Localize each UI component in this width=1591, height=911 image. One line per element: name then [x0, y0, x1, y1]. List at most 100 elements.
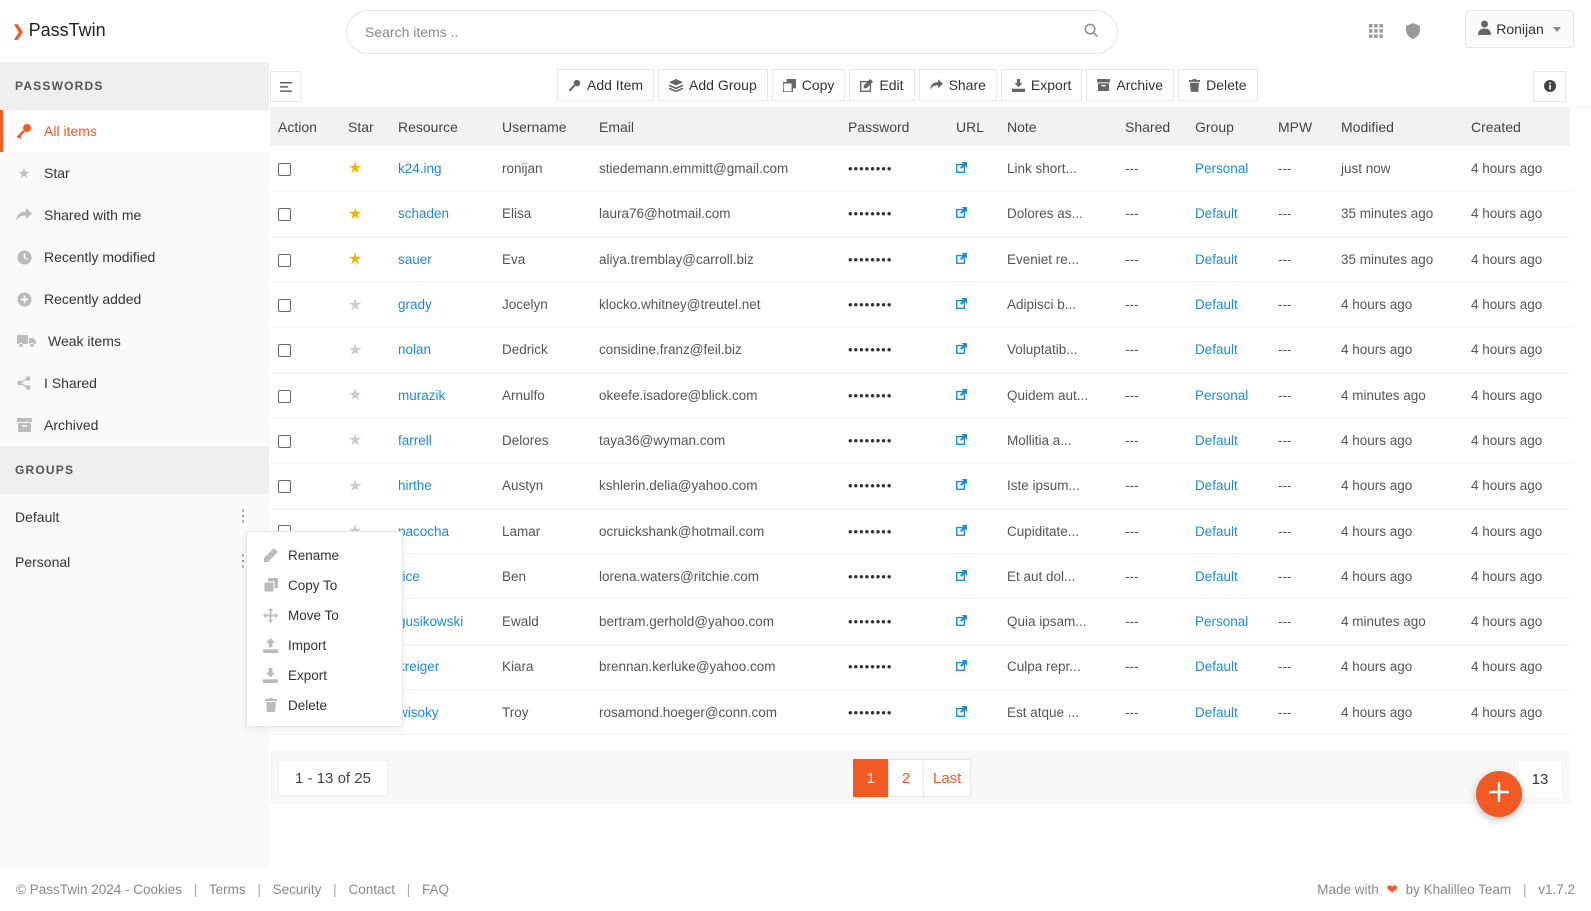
password-mask[interactable]: •••••••• — [848, 569, 892, 584]
star-icon[interactable]: ★ — [348, 251, 362, 268]
resource-link[interactable]: sauer — [398, 252, 432, 267]
page-2-button[interactable]: 2 — [888, 759, 924, 797]
sidebar-item-i-shared[interactable]: I Shared — [0, 362, 269, 404]
resource-link[interactable]: hirthe — [398, 478, 432, 493]
sidebar-item-shared-with-me[interactable]: Shared with me — [0, 194, 269, 236]
table-row[interactable]: ★ nolan Dedrick considine.franz@feil.biz •••… — [270, 327, 1570, 373]
external-link-icon[interactable] — [956, 705, 967, 720]
table-row[interactable]: ★ murazik Arnulfo okeefe.isadore@blick.com •… — [270, 372, 1570, 418]
export-button[interactable]: Export — [1000, 69, 1083, 101]
row-checkbox[interactable] — [278, 208, 291, 222]
table-row[interactable]: ★ hirthe Austyn kshlerin.delia@yahoo.com •••… — [270, 463, 1570, 509]
column-header-group[interactable]: Group — [1187, 108, 1270, 146]
row-checkbox[interactable] — [278, 389, 291, 403]
add-floating-button[interactable] — [1476, 771, 1522, 817]
resource-link[interactable]: gusikowski — [398, 614, 463, 629]
row-checkbox[interactable] — [278, 253, 291, 267]
external-link-icon[interactable] — [956, 615, 967, 629]
table-row[interactable]: ★ k24.ing ronijan stiedemann.emmitt@gmail.c… — [270, 146, 1570, 192]
table-row[interactable]: ★ schaden Elisa laura76@hotmail.com ••••••••… — [270, 191, 1570, 237]
app-logo[interactable]: ❯ PassTwin — [12, 20, 106, 41]
page-1-button[interactable]: 1 — [853, 759, 889, 797]
menu-item-import[interactable]: Import — [247, 630, 402, 660]
group-link[interactable]: Default — [1195, 705, 1238, 720]
add-group-button[interactable]: Add Group — [658, 69, 768, 101]
table-row[interactable]: ★riceBenlorena.waters@ritchie.com•••••••… — [270, 554, 1570, 599]
star-icon[interactable]: ★ — [348, 432, 362, 449]
footer-copyright[interactable]: © PassTwin 2024 - Cookies — [16, 882, 182, 897]
footer-link-security[interactable]: Security — [273, 882, 322, 897]
group-link[interactable]: Default — [1195, 252, 1238, 267]
external-link-icon[interactable] — [956, 298, 967, 312]
group-link[interactable]: Personal — [1195, 614, 1248, 629]
password-mask[interactable]: •••••••• — [848, 433, 892, 448]
group-link[interactable]: Default — [1195, 206, 1238, 221]
sidebar-item-all-items[interactable]: All items — [0, 110, 269, 152]
password-mask[interactable]: •••••••• — [848, 659, 892, 674]
external-link-icon[interactable] — [956, 569, 967, 584]
sidebar-item-archived[interactable]: Archived — [0, 404, 269, 446]
resource-link[interactable]: murazik — [398, 388, 445, 403]
password-mask[interactable]: •••••••• — [848, 478, 892, 493]
resource-link[interactable]: pacocha — [398, 524, 449, 539]
column-header-username[interactable]: Username — [494, 108, 591, 146]
group-link[interactable]: Default — [1195, 342, 1238, 357]
column-header-email[interactable]: Email — [591, 108, 840, 146]
password-mask[interactable]: •••••••• — [848, 206, 892, 221]
group-link[interactable]: Personal — [1195, 161, 1248, 176]
external-link-icon[interactable] — [956, 433, 967, 448]
star-icon[interactable]: ★ — [348, 206, 362, 223]
external-link-icon[interactable] — [956, 252, 967, 267]
group-link[interactable]: Default — [1195, 433, 1238, 448]
user-menu-button[interactable]: Ronijan — [1465, 10, 1574, 48]
password-mask[interactable]: •••••••• — [848, 705, 892, 720]
group-link[interactable]: Default — [1195, 569, 1238, 584]
menu-item-export[interactable]: Export — [247, 660, 402, 690]
copy-button[interactable]: Copy — [771, 69, 846, 101]
row-checkbox[interactable] — [278, 298, 291, 312]
kebab-menu-icon[interactable]: ⋮ — [235, 508, 251, 525]
row-checkbox[interactable] — [278, 344, 291, 358]
resource-link[interactable]: kreiger — [398, 659, 439, 674]
password-mask[interactable]: •••••••• — [848, 252, 892, 267]
footer-link-terms[interactable]: Terms — [209, 882, 246, 897]
table-row[interactable]: ★wisokyTroyrosamond.hoeger@conn.com•••••… — [270, 690, 1570, 735]
info-button[interactable] — [1533, 71, 1566, 102]
table-row[interactable]: ★ grady Jocelyn klocko.whitney@treutel.net •… — [270, 282, 1570, 328]
sidebar-item-recently-added[interactable]: Recently added — [0, 278, 269, 320]
resource-link[interactable]: farrell — [398, 433, 432, 448]
resource-link[interactable]: schaden — [398, 206, 449, 221]
edit-button[interactable]: Edit — [849, 69, 915, 101]
resource-link[interactable]: nolan — [398, 342, 431, 357]
table-row[interactable]: ★ farrell Delores taya36@wyman.com •••••••• M… — [270, 418, 1570, 464]
add-item-button[interactable]: Add Item — [557, 69, 655, 101]
row-checkbox[interactable] — [278, 434, 291, 448]
password-mask[interactable]: •••••••• — [848, 614, 892, 629]
archive-button[interactable]: Archive — [1086, 69, 1175, 101]
menu-item-delete[interactable]: Delete — [247, 690, 402, 720]
column-header-created[interactable]: Created — [1463, 108, 1570, 146]
sidebar-item-star[interactable]: ★ Star — [0, 152, 269, 194]
password-mask[interactable]: •••••••• — [848, 388, 892, 403]
resource-link[interactable]: k24.ing — [398, 161, 442, 176]
menu-item-copy-to[interactable]: Copy To — [247, 570, 402, 600]
delete-button[interactable]: Delete — [1178, 69, 1258, 101]
per-page-count[interactable]: 13 — [1519, 761, 1561, 797]
group-item-personal[interactable]: Personal ⋮ — [0, 539, 269, 584]
external-link-icon[interactable] — [956, 161, 967, 176]
table-row[interactable]: ★kreigerKiarabrennan.kerluke@yahoo.com••… — [270, 644, 1570, 690]
external-link-icon[interactable] — [956, 343, 967, 357]
group-link[interactable]: Personal — [1195, 388, 1248, 403]
external-link-icon[interactable] — [956, 388, 967, 403]
external-link-icon[interactable] — [956, 207, 967, 221]
table-row[interactable]: ★gusikowskiEwaldbertram.gerhold@yahoo.co… — [270, 599, 1570, 645]
group-link[interactable]: Default — [1195, 524, 1238, 539]
table-row[interactable]: ★ sauer Eva aliya.tremblay@carroll.biz •••••… — [270, 237, 1570, 282]
group-item-default[interactable]: Default ⋮ — [0, 494, 269, 539]
password-mask[interactable]: •••••••• — [848, 297, 892, 312]
sidebar-item-recently-modified[interactable]: Recently modified — [0, 236, 269, 278]
sidebar-toggle-button[interactable] — [270, 71, 301, 102]
star-icon[interactable]: ★ — [348, 297, 362, 314]
password-mask[interactable]: •••••••• — [848, 342, 892, 357]
column-header-resource[interactable]: Resource — [390, 108, 494, 146]
